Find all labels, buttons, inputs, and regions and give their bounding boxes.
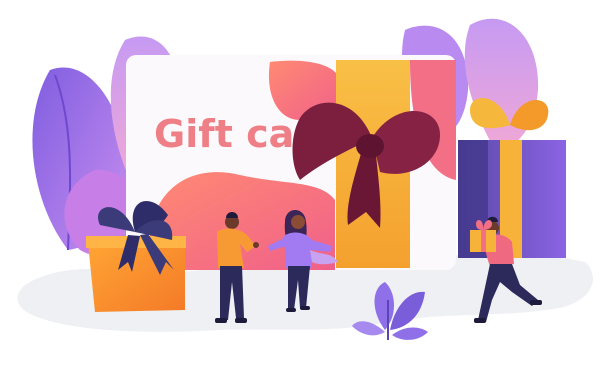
gift-card-illustration: Gift card <box>17 18 593 340</box>
